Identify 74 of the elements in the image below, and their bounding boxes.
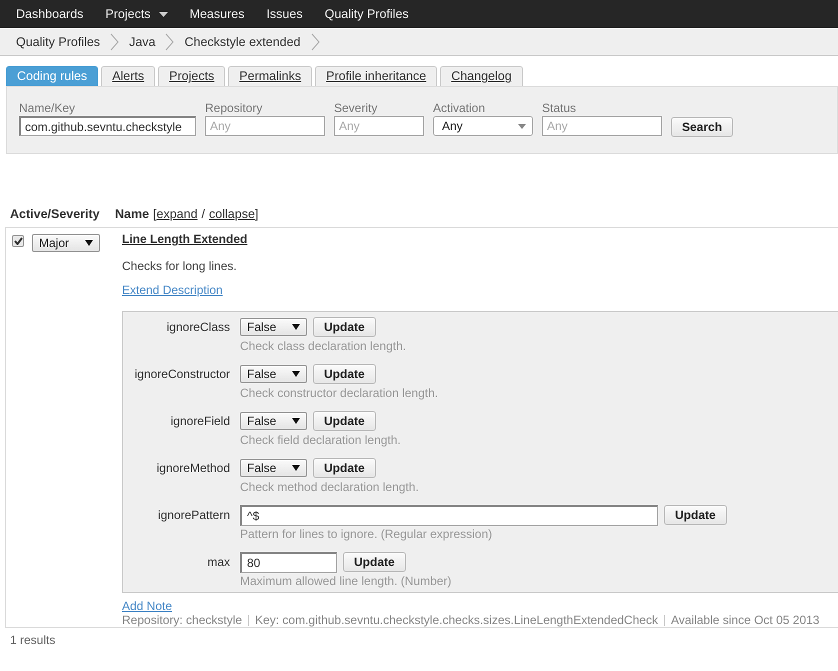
parameter-name: ignoreMethod — [156, 461, 231, 477]
tab[interactable]: Alerts — [101, 66, 156, 86]
expand-link[interactable]: expand — [156, 207, 198, 221]
filter-label: Name/Key — [19, 101, 76, 116]
separator-text: / — [202, 207, 206, 221]
results-count: 1 results — [9, 632, 56, 647]
update-button[interactable]: Update — [313, 411, 376, 431]
parameter-hint: Check class declaration length. — [240, 338, 406, 354]
search-button[interactable]: Search — [671, 117, 734, 137]
dropdown[interactable]: False — [240, 365, 307, 383]
dropdown[interactable]: False — [240, 318, 307, 336]
parameter-name: ignorePattern — [156, 508, 231, 524]
caret-icon — [292, 371, 300, 377]
parameter-name: ignoreConstructor — [134, 367, 231, 383]
parameter-name: max — [206, 555, 231, 571]
filter-label: Repository — [205, 101, 264, 116]
nav-link[interactable]: Projects — [105, 7, 168, 21]
breadcrumb-link[interactable]: Java — [129, 34, 156, 48]
parameter-hint: Pattern for lines to ignore. (Regular expression) — [240, 526, 494, 542]
tab[interactable]: Changelog — [440, 66, 523, 86]
nav-link[interactable]: Measures — [190, 7, 244, 21]
chevron-icon — [310, 32, 320, 50]
caret-icon — [85, 240, 93, 246]
add-note-link[interactable]: Add Note — [122, 599, 172, 613]
nav-link[interactable]: Issues — [266, 7, 303, 21]
input-field[interactable]: Any — [542, 116, 662, 136]
caret-icon — [292, 324, 300, 330]
rule-description: Checks for long lines. — [122, 259, 238, 273]
update-button[interactable]: Update — [313, 458, 376, 478]
input-field[interactable]: Any — [334, 116, 424, 136]
parameter-hint: Maximum allowed line length. (Number) — [240, 573, 452, 589]
input-field[interactable]: com.github.sevntu.checkstyle — [19, 116, 196, 136]
extend-description-link[interactable]: Extend Description — [122, 283, 223, 297]
caret-icon — [292, 418, 300, 424]
update-button[interactable]: Update — [313, 364, 376, 384]
dropdown[interactable]: False — [240, 459, 307, 477]
parameter-hint: Check method declaration length. — [240, 479, 419, 495]
parameter-hint: Check field declaration length. — [240, 432, 401, 448]
rule-meta-text: Available since Oct 05 2013 — [670, 613, 820, 627]
chevron-icon — [165, 32, 174, 50]
filter-label: Severity — [334, 101, 378, 116]
parameter-hint: Check constructor declaration length. — [240, 385, 438, 401]
update-button[interactable]: Update — [313, 317, 376, 337]
breadcrumb-link[interactable]: Quality Profiles — [16, 34, 100, 48]
input-field[interactable]: 80 — [240, 552, 337, 572]
breadcrumb-link[interactable]: Checkstyle extended — [184, 34, 301, 48]
bracket-text: [ — [153, 207, 157, 221]
dropdown[interactable]: Any — [433, 116, 533, 136]
parameter-name: ignoreField — [170, 414, 231, 430]
parameter-name: ignoreClass — [166, 320, 231, 336]
nav-link[interactable]: Quality Profiles — [324, 7, 409, 21]
rule-name-link[interactable]: Line Length Extended — [122, 232, 248, 246]
chevron-icon — [110, 32, 120, 50]
update-button[interactable]: Update — [664, 505, 727, 525]
rule-meta-text: Key: com.github.sevntu.checkstyle.checks.sizes.LineLengthExtendedCheck — [255, 613, 658, 627]
tab[interactable]: Projects — [158, 66, 226, 86]
bracket-text: ] — [254, 207, 258, 221]
column-header: Name — [115, 207, 150, 221]
severity-dropdown[interactable]: Major — [32, 234, 100, 252]
filter-label: Status — [542, 101, 578, 116]
tab[interactable]: Profile inheritance — [315, 66, 438, 86]
checkbox[interactable] — [12, 235, 24, 247]
rule-meta-text: Repository: checkstyle — [122, 613, 242, 627]
caret-icon — [518, 124, 526, 128]
collapse-link[interactable]: collapse — [209, 207, 255, 221]
column-header: Active/Severity — [10, 207, 101, 221]
input-field[interactable]: ^$ — [240, 504, 658, 526]
dropdown[interactable]: False — [240, 412, 307, 430]
nav-link[interactable]: Dashboards — [16, 7, 84, 21]
caret-icon — [292, 465, 300, 471]
filter-label: Activation — [433, 101, 486, 116]
input-field[interactable]: Any — [205, 116, 325, 136]
tab[interactable]: Permalinks — [228, 66, 312, 86]
update-button[interactable]: Update — [343, 552, 406, 572]
